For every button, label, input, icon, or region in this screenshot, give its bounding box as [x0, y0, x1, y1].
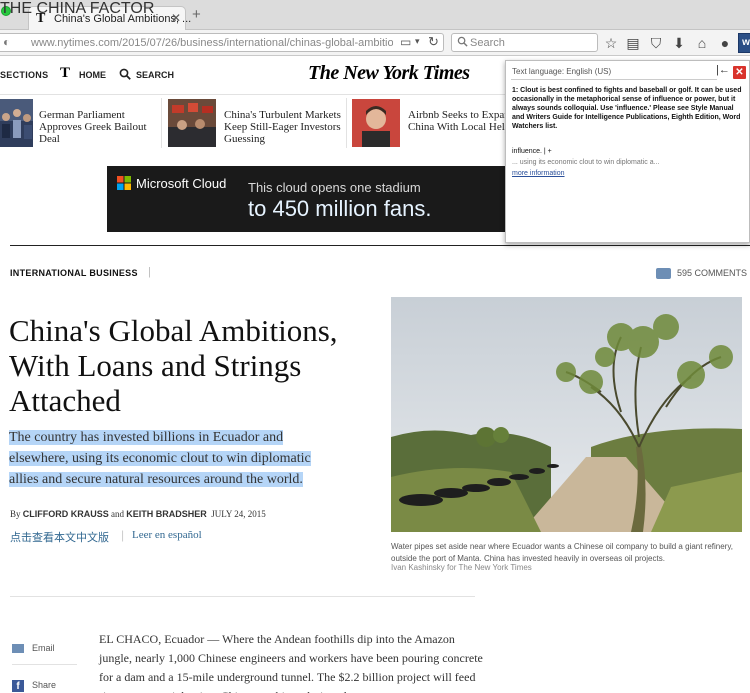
popup-back-icon[interactable]: |← [716, 64, 730, 76]
tab-close-icon[interactable]: ✕ [171, 11, 181, 25]
section-divider [10, 245, 750, 246]
dictionary-popup: Text language: English (US) |← ✕ 1: Clou… [505, 60, 750, 243]
author-link[interactable]: KEITH BRADSHER [126, 509, 207, 519]
chat-icon[interactable]: ● [716, 34, 734, 52]
selected-summary-text[interactable]: The country has invested billions in Ecu… [9, 430, 311, 487]
section-kicker[interactable]: INTERNATIONAL BUSINESS [10, 268, 138, 278]
popup-divider [511, 79, 717, 80]
share-label: Share [32, 680, 57, 690]
related-story[interactable]: China's Turbulent Markets Keep Still-Eag… [168, 99, 343, 149]
photo-caption: Water pipes set aside near where Ecuador… [391, 542, 733, 563]
site-info-icon[interactable]: ◐ [3, 35, 10, 49]
popup-language: Text language: English (US) [512, 67, 612, 76]
envelope-icon [12, 644, 24, 653]
home-link[interactable]: HOME [79, 70, 106, 80]
spanish-version-link[interactable]: Leer en español [132, 529, 202, 541]
popup-context: ... using its economic clout to win dipl… [512, 159, 660, 166]
share-divider [12, 664, 77, 665]
byline: By CLIFFORD KRAUSS and KEITH BRADSHER JU… [10, 509, 266, 519]
author-link[interactable]: CLIFFORD KRAUSS [23, 509, 109, 519]
language-separator: | [121, 528, 125, 542]
masthead-logo[interactable]: The New York Times [308, 62, 470, 85]
header-divider [0, 94, 505, 95]
search-placeholder[interactable]: Search [470, 37, 505, 49]
kicker-separator: | [148, 266, 151, 278]
search-bar[interactable]: Search [451, 33, 598, 52]
byline-and: and [111, 509, 125, 519]
related-story-title[interactable]: China's Turbulent Markets Keep Still-Eag… [224, 109, 342, 145]
photo-credit: Ivan Kashinsky for The New York Times [391, 563, 532, 572]
home-icon[interactable]: ⌂ [693, 34, 711, 52]
series-kicker[interactable]: THE CHINA FACTOR [0, 0, 154, 18]
microsoft-logo-icon [117, 176, 131, 190]
sections-link[interactable]: SECTIONS [0, 70, 48, 80]
reading-list-icon[interactable]: ▤ [624, 34, 642, 52]
url-text[interactable]: www.nytimes.com/2015/07/26/business/inte… [31, 37, 393, 49]
story-thumbnail [168, 99, 216, 147]
nyt-t-logo-icon[interactable]: T [60, 65, 70, 82]
reload-icon[interactable]: ↻ [428, 34, 439, 50]
popup-definition: 1: Clout is best confined to fights and … [512, 87, 742, 130]
new-tab-button[interactable]: + [192, 7, 201, 22]
article-photo[interactable] [391, 297, 742, 532]
article-body: EL CHACO, Ecuador — Where the Andean foo… [99, 632, 483, 693]
chinese-version-link[interactable]: 点击查看本文中文版 [10, 529, 109, 545]
star-icon[interactable]: ☆ [602, 34, 620, 52]
microsoft-cloud-ad[interactable]: Microsoft Cloud This cloud opens one sta… [107, 166, 505, 232]
related-story[interactable]: German Parliament Approves Greek Bailout… [0, 99, 160, 149]
story-thumbnail [0, 99, 33, 147]
article-summary: The country has invested billions in Ecu… [9, 427, 339, 490]
related-story[interactable]: Airbnb Seeks to Expand in China With Loc… [352, 99, 505, 149]
story-divider [161, 98, 162, 148]
related-story-title[interactable]: Airbnb Seeks to Expand in China With Loc… [408, 109, 505, 133]
ad-brand: Microsoft Cloud [136, 176, 227, 191]
reader-view-icon[interactable]: ▭ [400, 35, 411, 49]
popup-suggestion[interactable]: influence. | + [512, 148, 552, 155]
pocket-icon[interactable]: ⛉ [647, 34, 665, 52]
facebook-icon: f [12, 680, 24, 692]
ad-line-2: to 450 million fans. [248, 196, 432, 221]
more-information-link[interactable]: more information [512, 170, 565, 177]
body-divider [10, 596, 475, 597]
download-icon[interactable]: ⬇ [670, 34, 688, 52]
story-divider [346, 98, 347, 148]
article-headline: China's Global Ambitions, With Loans and… [9, 313, 338, 418]
ad-line-1: This cloud opens one stadium [248, 180, 421, 195]
history-dropdown-icon[interactable]: ▾ [415, 36, 420, 47]
related-story-title[interactable]: German Parliament Approves Greek Bailout… [39, 109, 157, 145]
search-icon[interactable] [119, 68, 131, 80]
story-thumbnail [352, 99, 400, 147]
extension-button[interactable]: w [738, 33, 750, 53]
article-date: JULY 24, 2015 [211, 509, 266, 519]
comments-icon[interactable] [656, 268, 671, 279]
byline-prefix: By [10, 509, 21, 519]
search-link[interactable]: SEARCH [136, 70, 174, 80]
popup-close-icon[interactable]: ✕ [733, 66, 746, 79]
comments-count[interactable]: 595 COMMENTS [677, 268, 747, 278]
search-icon [457, 36, 468, 47]
url-bar[interactable]: ◐ www.nytimes.com/2015/07/26/business/in… [0, 33, 444, 52]
share-email-label: Email [32, 643, 55, 653]
